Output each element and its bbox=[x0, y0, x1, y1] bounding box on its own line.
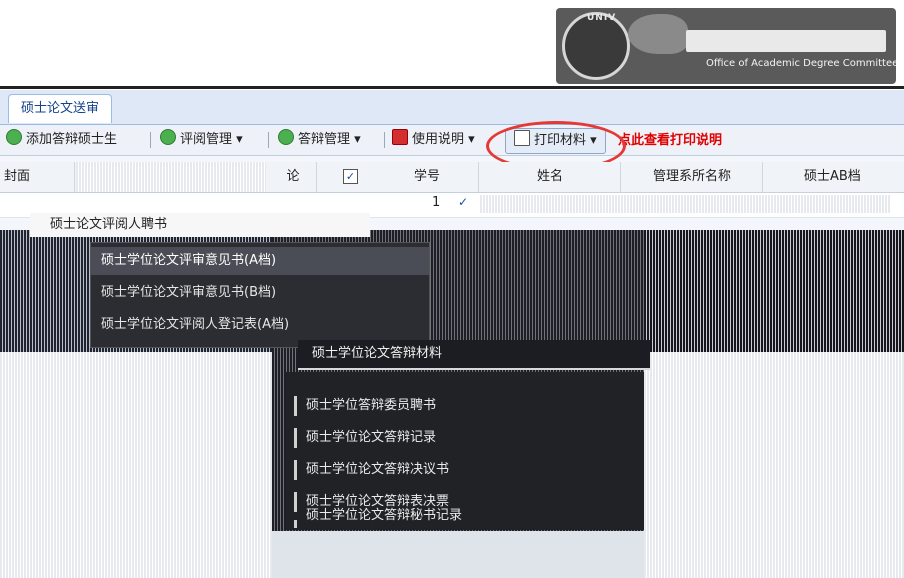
menu-item-reviewer-register[interactable]: 硕士学位论文评阅人登记表(A档) bbox=[101, 311, 289, 339]
select-all-checkbox[interactable]: ✓ bbox=[343, 169, 358, 184]
row-index: 1 bbox=[432, 195, 441, 210]
help-icon bbox=[392, 129, 408, 145]
header-divider bbox=[0, 86, 904, 89]
menu-item-review-opinion-b[interactable]: 硕士学位论文评审意见书(B档) bbox=[101, 279, 276, 307]
toolbar-separator bbox=[150, 132, 151, 148]
logo-subtitle: Office of Academic Degree Committee bbox=[706, 58, 896, 69]
row-checkbox[interactable]: ✓ bbox=[458, 195, 468, 209]
review-manage-label: 评阅管理 bbox=[180, 132, 233, 147]
submenu-marker bbox=[294, 396, 297, 416]
defense-manage-button[interactable]: 答辩管理 ▾ bbox=[278, 129, 361, 151]
tab-bar: 硕士论文送审 bbox=[0, 90, 904, 125]
row-data-blurred bbox=[480, 195, 890, 213]
help-button[interactable]: 使用说明 ▾ bbox=[392, 129, 475, 151]
grid-empty-area-right bbox=[644, 352, 904, 578]
submenu-marker bbox=[294, 460, 297, 480]
column-department[interactable]: 管理系所名称 bbox=[622, 162, 763, 192]
logo-title-bar bbox=[686, 30, 886, 52]
toolbar: 添加答辩硕士生 评阅管理 ▾ 答辩管理 ▾ 使用说明 ▾ 打印材料 ▾ 点此查看… bbox=[0, 121, 904, 171]
print-menu: 硕士学位论文评审意见书(A档) 硕士学位论文评审意见书(B档) 硕士学位论文评阅… bbox=[90, 242, 430, 348]
university-logo: UNIV Office of Academic Degree Committee bbox=[556, 8, 896, 84]
submenu-item-defense-resolution[interactable]: 硕士学位论文答辩决议书 bbox=[306, 456, 449, 484]
submenu-item-committee-letter[interactable]: 硕士学位答辩委员聘书 bbox=[306, 392, 436, 420]
submenu-marker bbox=[294, 520, 297, 528]
add-icon bbox=[6, 129, 22, 145]
menu-item-reviewer-letter[interactable]: 硕士论文评阅人聘书 bbox=[30, 213, 370, 237]
column-blank bbox=[76, 162, 266, 192]
main-panel: 硕士论文送审 添加答辩硕士生 评阅管理 ▾ 答辩管理 ▾ 使用说明 ▾ 打印材料… bbox=[0, 90, 904, 578]
column-thesis[interactable]: 论 bbox=[270, 162, 317, 192]
add-student-label: 添加答辩硕士生 bbox=[26, 132, 118, 147]
grid-header: 封面 论 ✓ 学号 姓名 管理系所名称 硕士AB档 bbox=[0, 162, 904, 193]
logo-mascot-icon bbox=[628, 14, 688, 54]
submenu-item-secretary-record[interactable]: 硕士学位论文答辩秘书记录 bbox=[306, 502, 462, 530]
submenu-item-defense-record[interactable]: 硕士学位论文答辩记录 bbox=[306, 424, 436, 452]
submenu-marker bbox=[294, 428, 297, 448]
column-name[interactable]: 姓名 bbox=[480, 162, 621, 192]
menu-item-defense-materials[interactable]: 硕士学位论文答辩材料 bbox=[298, 340, 650, 370]
tab-thesis-review[interactable]: 硕士论文送审 bbox=[8, 94, 113, 123]
print-hint-link[interactable]: 点此查看打印说明 bbox=[618, 129, 722, 148]
menu-item-review-opinion-a[interactable]: 硕士学位论文评审意见书(A档) bbox=[91, 247, 429, 275]
toolbar-separator bbox=[268, 132, 269, 148]
defense-icon bbox=[278, 129, 294, 145]
review-icon bbox=[160, 129, 176, 145]
review-manage-button[interactable]: 评阅管理 ▾ bbox=[160, 129, 243, 151]
column-ab-level[interactable]: 硕士AB档 bbox=[794, 162, 904, 192]
university-emblem-icon: UNIV bbox=[562, 12, 630, 80]
submenu-marker bbox=[294, 492, 297, 512]
column-cover[interactable]: 封面 bbox=[0, 162, 75, 192]
toolbar-separator bbox=[384, 132, 385, 148]
help-label: 使用说明 bbox=[412, 132, 465, 147]
add-student-button[interactable]: 添加答辩硕士生 bbox=[6, 129, 117, 151]
defense-manage-label: 答辩管理 bbox=[298, 132, 351, 147]
emblem-text: UNIV bbox=[587, 13, 617, 23]
grid-empty-area-left bbox=[0, 352, 272, 578]
column-student-id[interactable]: 学号 bbox=[376, 162, 479, 192]
